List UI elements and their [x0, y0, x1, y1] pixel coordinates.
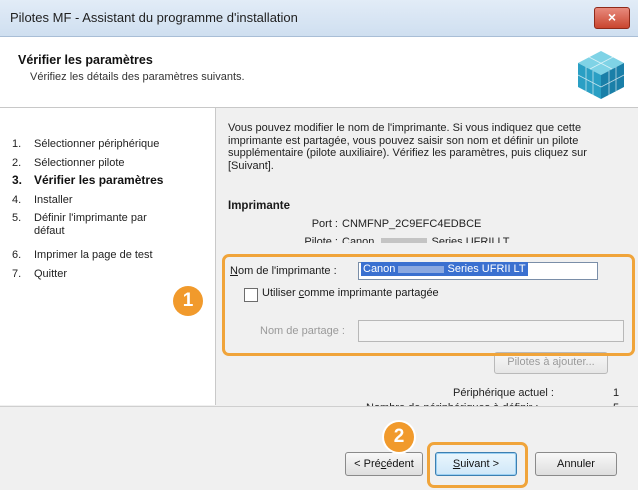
clip-overlay [216, 243, 638, 251]
step-number: 7. [12, 268, 22, 280]
printer-name-label: Nom de l'imprimante : [230, 265, 337, 277]
page-subtitle: Vérifiez les détails des paramètres suiv… [30, 71, 245, 83]
title-bar: Pilotes MF - Assistant du programme d'in… [0, 0, 638, 37]
cancel-button[interactable]: Annuler [535, 452, 617, 476]
step-label: Sélectionner pilote [34, 157, 125, 169]
step-number: 4. [12, 194, 22, 206]
window-title: Pilotes MF - Assistant du programme d'in… [10, 10, 298, 25]
port-label: Port : [311, 218, 338, 230]
step-label: Vérifier les paramètres [34, 173, 164, 187]
section-title: Imprimante [228, 200, 290, 212]
close-icon: × [607, 9, 617, 25]
step-label: Sélectionner périphérique [34, 138, 160, 150]
port-value: CNMFNP_2C9EFC4EDBCE [342, 218, 482, 230]
share-name-input[interactable] [358, 320, 624, 342]
step-label: Installer [34, 194, 73, 206]
page-title: Vérifier les paramètres [18, 53, 153, 67]
current-device-value: 1 [613, 387, 620, 399]
close-button[interactable]: × [594, 7, 630, 29]
share-printer-label[interactable]: Utiliser comme imprimante partagée [262, 287, 439, 299]
step-label: Définir l'imprimante par défaut [34, 212, 147, 237]
share-name-label: Nom de partage : [260, 325, 345, 337]
step-label: Quitter [34, 268, 68, 280]
step-number: 5. [12, 212, 22, 224]
current-device-label: Périphérique actuel : [453, 387, 554, 399]
add-drivers-button[interactable]: Pilotes à ajouter... [494, 352, 608, 374]
printer-name-input[interactable]: Canon Series UFRII LT [358, 262, 598, 280]
share-printer-checkbox[interactable] [244, 288, 258, 302]
header-band: Vérifier les paramètres Vérifiez les dét… [0, 37, 638, 108]
step-number: 6. [12, 249, 22, 261]
step-label: Imprimer la page de test [34, 249, 153, 261]
step-number: 1. [12, 138, 22, 150]
printer-name-selection: Canon Series UFRII LT [361, 262, 528, 276]
next-button[interactable]: Suivant > [435, 452, 517, 476]
installer-window: Pilotes MF - Assistant du programme d'in… [0, 0, 638, 490]
callout-badge-1: 1 [173, 286, 203, 316]
main-pane: Vous pouvez modifier le nom de l'imprima… [216, 108, 638, 414]
port-row: Port : CNMFNP_2C9EFC4EDBCE [278, 218, 482, 230]
description-text: Vous pouvez modifier le nom de l'imprima… [228, 122, 587, 172]
step-number: 2. [12, 157, 22, 169]
printer-cube-icon [577, 51, 625, 99]
steps-pane: 1. Sélectionner périphérique 2. Sélectio… [0, 108, 216, 405]
callout-badge-2: 2 [384, 422, 414, 452]
footer: < Précédent Suivant > Annuler [0, 406, 638, 490]
step-number: 3. [12, 173, 23, 187]
previous-button[interactable]: < Précédent [345, 452, 423, 476]
